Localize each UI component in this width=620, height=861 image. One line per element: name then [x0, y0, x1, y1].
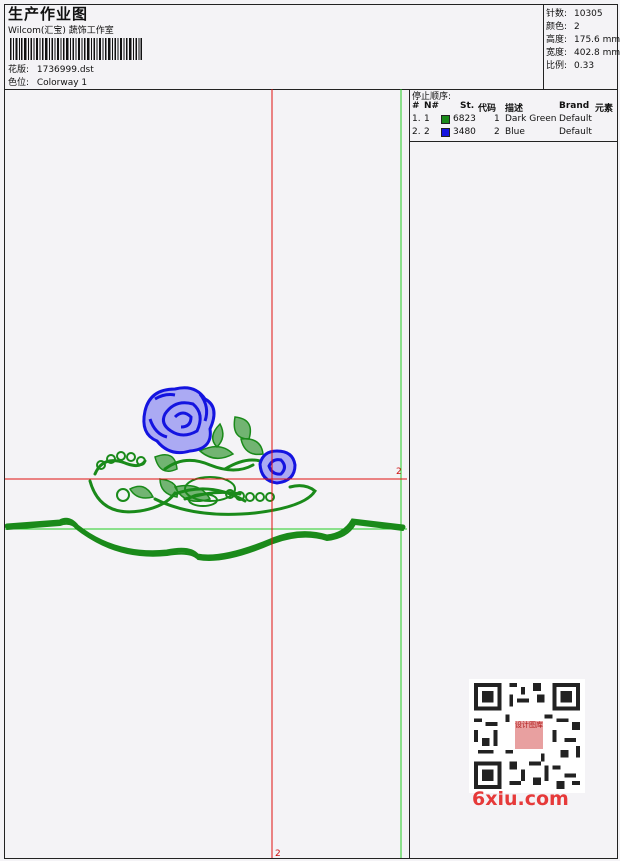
- stat-width: 宽度: 402.8 mm: [546, 48, 620, 58]
- colorway-value: Colorway 1: [36, 78, 88, 88]
- design-stats: 针数: 10305 颜色: 2 高度: 175.6 mm 宽度: 402.8 mm 比例…: [543, 5, 620, 89]
- company-name: Wilcom(汇宝) 蔬饰工作室: [8, 26, 114, 36]
- header-info: 生产作业图 Wilcom(汇宝) 蔬饰工作室 花版: 1736999.dst 色…: [7, 5, 537, 89]
- col-code: 代码: [478, 104, 497, 114]
- table-row: 1. 1 6823 1 Dark Green Default: [412, 114, 592, 124]
- design-preview: 2 2: [5, 89, 407, 858]
- design-file-row: 花版: 1736999.dst: [8, 62, 94, 75]
- header: 生产作业图 Wilcom(汇宝) 蔬饰工作室 花版: 1736999.dst 色…: [5, 5, 620, 90]
- horizontal-axis-mark: 2: [396, 467, 402, 477]
- color-swatch-green: [441, 115, 450, 124]
- table-row: 2. 2 3480 2 Blue Default: [412, 127, 592, 137]
- colorway-row: 色位: Colorway 1: [8, 75, 87, 88]
- small-blue-rose: [258, 449, 297, 485]
- scallop-border: [5, 517, 406, 561]
- col-brand: Brand: [559, 101, 590, 111]
- stat-color-count: 颜色: 2: [546, 22, 580, 32]
- large-blue-rose: [142, 386, 216, 455]
- col-desc: 描述: [505, 104, 524, 114]
- color-swatch-blue: [441, 128, 450, 137]
- qr-logo-stamp: 设计图库: [513, 719, 545, 751]
- stat-height: 高度: 175.6 mm: [546, 35, 620, 45]
- page-title: 生产作业图: [8, 5, 89, 23]
- design-file-label: 花版:: [8, 65, 30, 75]
- col-needle: N#: [424, 101, 440, 111]
- stop-sequence-table: 停止顺序: # N# St. 代码 描述 Brand 元素 1. 1 6823 …: [410, 89, 618, 142]
- vertical-axis-mark: 2: [275, 849, 281, 858]
- table-header: # N# St. 代码 描述 Brand 元素: [410, 101, 618, 114]
- col-stitches: St.: [460, 101, 475, 111]
- col-element: 元素: [595, 104, 614, 114]
- col-num: #: [412, 101, 420, 111]
- stat-scale: 比例: 0.33: [546, 61, 595, 71]
- design-file-value: 1736999.dst: [36, 65, 94, 75]
- watermark-site: 6xiu.com: [472, 788, 569, 810]
- barcode-icon: [10, 38, 142, 60]
- embroidery-design: [5, 89, 407, 858]
- colorway-label: 色位:: [8, 78, 30, 88]
- stat-stitch-count: 针数: 10305: [546, 9, 603, 19]
